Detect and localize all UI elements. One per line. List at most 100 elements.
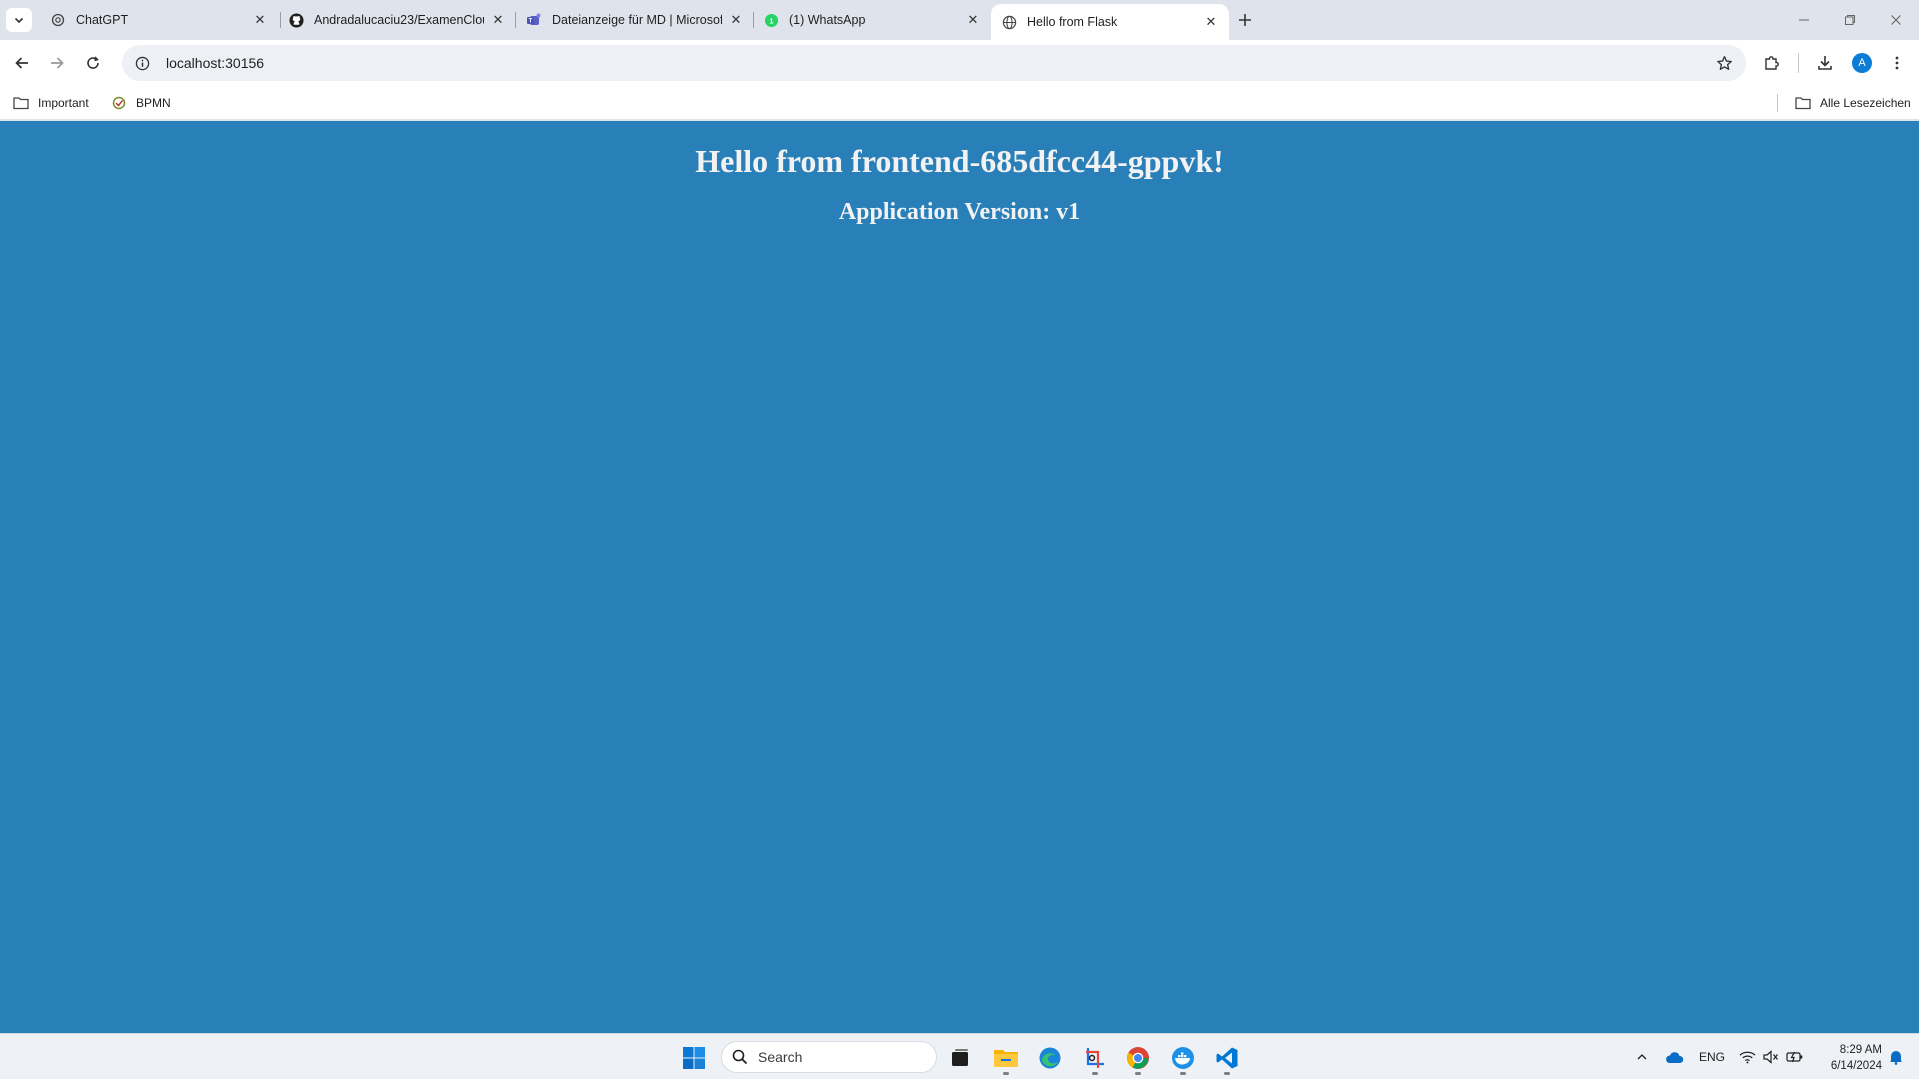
bookmarks-divider	[1777, 94, 1778, 112]
url-input[interactable]	[166, 55, 1566, 71]
arrow-left-icon	[15, 57, 28, 69]
close-window-button[interactable]	[1873, 0, 1919, 40]
snipping-tool-button[interactable]	[1077, 1040, 1113, 1076]
bell-icon	[1890, 1051, 1902, 1065]
clock-date: 6/14/2024	[1830, 1060, 1882, 1072]
chatgpt-icon	[50, 12, 66, 28]
tab-strip: ChatGPT ✕ Andradalucaciu23/ExamenCloud ✕…	[0, 0, 1919, 40]
more-vertical-icon	[1895, 56, 1899, 70]
bookmark-label: BPMN	[136, 96, 171, 110]
site-info-icon[interactable]	[132, 53, 152, 73]
search-label: Search	[758, 1049, 803, 1065]
app-version: Application Version: v1	[838, 199, 1081, 225]
taskbar: Search ENG 8:29 AM 6/14/2024	[0, 1033, 1919, 1079]
close-icon[interactable]: ✕	[728, 12, 744, 28]
bookmark-label: Important	[38, 96, 89, 110]
restore-icon	[1845, 15, 1855, 25]
tab-teams[interactable]: T Dateianzeige für MD | Microsoft ✕	[516, 4, 754, 36]
browser-toolbar: A	[0, 40, 1919, 86]
chrome-button[interactable]	[1120, 1040, 1156, 1076]
arrow-right-icon	[51, 57, 64, 69]
star-icon[interactable]	[1714, 53, 1734, 73]
battery-button[interactable]	[1784, 1034, 1806, 1079]
tab-title: Andradalucaciu23/ExamenCloud	[314, 13, 484, 27]
svg-text:1: 1	[769, 16, 773, 25]
network-button[interactable]	[1736, 1034, 1758, 1079]
menu-button[interactable]	[1881, 47, 1913, 79]
close-icon[interactable]: ✕	[965, 12, 981, 28]
new-tab-button[interactable]	[1233, 8, 1257, 32]
globe-icon	[1001, 14, 1017, 30]
chrome-icon	[1127, 1047, 1149, 1069]
battery-charging-icon	[1786, 1051, 1803, 1063]
docker-button[interactable]	[1165, 1040, 1201, 1076]
tab-title: Hello from Flask	[1027, 15, 1118, 29]
bookmarks-bar: Important BPMN Alle Lesezeichen	[0, 86, 1919, 120]
edge-button[interactable]	[1032, 1040, 1068, 1076]
download-icon	[1818, 56, 1832, 70]
minimize-button[interactable]	[1781, 0, 1827, 40]
back-button[interactable]	[6, 47, 38, 79]
forward-button[interactable]	[41, 47, 73, 79]
all-bookmarks-button[interactable]: Alle Lesezeichen	[1795, 92, 1911, 114]
bpmn-icon	[111, 95, 127, 111]
plus-icon	[1239, 14, 1251, 26]
restore-button[interactable]	[1827, 0, 1873, 40]
bookmark-important[interactable]: Important	[13, 92, 89, 114]
profile-button[interactable]: A	[1846, 47, 1878, 79]
minimize-icon	[1799, 19, 1809, 21]
close-icon	[1891, 15, 1901, 25]
page-content: Hello from frontend-685dfcc44-gppvk! App…	[0, 121, 1919, 1033]
close-icon[interactable]: ✕	[1203, 14, 1219, 30]
taskbar-search[interactable]: Search	[721, 1041, 937, 1073]
running-indicator	[1135, 1072, 1141, 1075]
chevron-up-icon	[1637, 1054, 1647, 1060]
clock[interactable]: 8:29 AM 6/14/2024	[1812, 1042, 1882, 1074]
task-view-icon	[952, 1049, 968, 1066]
folder-icon	[1795, 95, 1811, 111]
tab-github[interactable]: Andradalucaciu23/ExamenCloud ✕	[278, 4, 516, 36]
file-explorer-button[interactable]	[988, 1040, 1024, 1076]
svg-text:T: T	[529, 19, 533, 25]
task-view-button[interactable]	[942, 1040, 978, 1076]
tab-title: Dateianzeige für MD | Microsoft	[552, 13, 722, 27]
clock-time: 8:29 AM	[1839, 1044, 1882, 1056]
close-icon[interactable]: ✕	[252, 12, 268, 28]
folder-icon	[994, 1050, 1018, 1067]
extensions-button[interactable]	[1756, 47, 1788, 79]
github-icon	[288, 12, 304, 28]
onedrive-button[interactable]	[1661, 1034, 1687, 1079]
avatar: A	[1852, 53, 1872, 73]
close-icon[interactable]: ✕	[490, 12, 506, 28]
tab-title: (1) WhatsApp	[789, 13, 866, 27]
tab-chatgpt[interactable]: ChatGPT ✕	[40, 4, 278, 36]
start-button[interactable]	[676, 1040, 712, 1076]
reload-icon	[87, 56, 99, 69]
edge-icon	[1039, 1047, 1061, 1069]
address-bar[interactable]	[122, 45, 1746, 81]
language-indicator[interactable]: ENG	[1695, 1034, 1729, 1079]
downloads-button[interactable]	[1809, 47, 1841, 79]
running-indicator	[1092, 1072, 1098, 1075]
tab-search-button[interactable]	[6, 8, 32, 32]
teams-icon: T	[526, 12, 542, 28]
folder-icon	[13, 95, 29, 111]
tray-overflow-button[interactable]	[1630, 1034, 1654, 1079]
wifi-icon	[1739, 1051, 1755, 1064]
tab-title: ChatGPT	[76, 13, 129, 27]
running-indicator	[1003, 1072, 1009, 1075]
vscode-button[interactable]	[1209, 1040, 1245, 1076]
notifications-button[interactable]	[1886, 1034, 1906, 1079]
language-label: ENG	[1698, 1050, 1725, 1064]
windows-icon	[683, 1047, 705, 1069]
volume-button[interactable]	[1760, 1034, 1782, 1079]
speaker-muted-icon	[1763, 1050, 1778, 1064]
cloud-icon	[1666, 1052, 1684, 1063]
toolbar-divider	[1798, 53, 1799, 73]
running-indicator	[1180, 1072, 1186, 1075]
whatsapp-icon: 1	[763, 12, 779, 28]
tab-whatsapp[interactable]: 1 (1) WhatsApp ✕	[753, 4, 991, 36]
tab-hello-from-flask[interactable]: Hello from Flask ✕	[991, 4, 1229, 40]
reload-button[interactable]	[77, 47, 109, 79]
bookmark-bpmn[interactable]: BPMN	[111, 92, 171, 114]
